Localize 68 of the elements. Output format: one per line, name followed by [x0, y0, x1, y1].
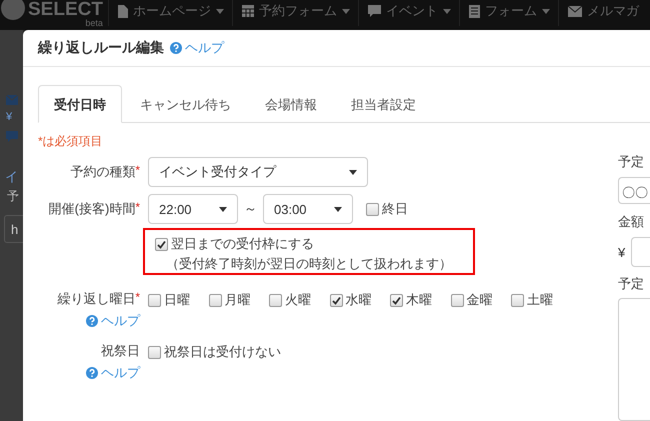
checkbox-label: 土曜	[527, 291, 553, 309]
document-icon	[118, 4, 128, 18]
range-separator: ～	[244, 200, 257, 218]
checkbox-label: 金曜	[466, 291, 492, 309]
currency-sign: ¥	[6, 111, 12, 123]
checkbox[interactable]	[330, 294, 342, 306]
caret-icon	[542, 8, 550, 14]
modal-title: 繰り返しルール編集	[38, 39, 164, 57]
tab[interactable]: 担当者設定	[335, 85, 432, 123]
caret-icon	[219, 206, 227, 212]
checkbox-label: 水曜	[346, 291, 372, 309]
checkbox[interactable]	[269, 294, 282, 306]
required-mark: *	[135, 200, 140, 214]
comment-icon	[6, 131, 18, 142]
checkbox[interactable]	[511, 294, 524, 306]
select-field[interactable]: 03:00	[263, 194, 353, 224]
checkbox-label: 祝祭日は受付けない	[164, 343, 281, 361]
page-heading: イ	[5, 168, 18, 186]
caret-icon	[349, 170, 357, 174]
tab[interactable]: 受付日時	[38, 85, 122, 123]
envelope-icon	[6, 95, 18, 105]
field-label: 繰り返し曜日	[57, 291, 136, 306]
tab[interactable]: 会場情報	[249, 85, 333, 123]
table-icon	[242, 5, 254, 17]
comment-icon	[368, 4, 381, 18]
checkbox-label: 月曜	[224, 291, 250, 309]
checkbox-label: 日曜	[164, 291, 190, 309]
required-mark: *	[135, 290, 140, 304]
checkbox[interactable]	[155, 238, 168, 250]
caret-icon	[443, 8, 451, 14]
checkbox-label: 終日	[382, 200, 408, 218]
help-icon	[170, 42, 182, 54]
select-field[interactable]: イベント受付タイプ	[148, 157, 368, 187]
text-area[interactable]	[618, 298, 650, 421]
logo-subtext: beta	[85, 18, 103, 28]
checkbox[interactable]	[390, 294, 403, 306]
field-label: 予定	[618, 153, 644, 171]
envelope-icon	[568, 6, 582, 16]
note-text: （受付終了時刻が翌日の時刻として扱われます）	[165, 255, 453, 273]
checkbox[interactable]	[148, 294, 161, 306]
checkbox-label: 火曜	[285, 291, 311, 309]
tab[interactable]: キャンセル待ち	[124, 85, 247, 123]
required-mark: *	[135, 163, 140, 177]
logo-icon	[0, 0, 26, 22]
help-icon	[86, 367, 98, 379]
help-icon	[86, 315, 98, 327]
field-label: 金額	[618, 213, 644, 232]
select-field[interactable]: 22:00	[148, 194, 238, 224]
checkbox-label: 翌日までの受付枠にする	[171, 235, 314, 253]
checkbox[interactable]	[366, 202, 379, 216]
checkbox[interactable]	[450, 294, 464, 306]
list-icon	[469, 4, 480, 18]
field-label: 予	[7, 188, 19, 205]
currency-sign: ¥	[618, 244, 626, 260]
field-label: 予約の種類	[70, 164, 136, 179]
logo-text: SELECT	[28, 0, 103, 20]
input-field[interactable]: 〇〇	[618, 177, 650, 204]
checkbox-label: 木曜	[406, 291, 432, 309]
field-label: 祝祭日	[101, 343, 140, 358]
checkbox[interactable]	[148, 346, 161, 358]
caret-icon	[216, 8, 224, 14]
field-label: 開催(接客)時間	[48, 201, 136, 216]
required-note: *は必須項目	[38, 133, 104, 150]
input-field: h	[4, 215, 23, 243]
caret-icon	[334, 206, 342, 212]
caret-icon	[342, 8, 350, 14]
field-label: 予定	[618, 275, 644, 294]
checkbox[interactable]	[208, 294, 222, 306]
